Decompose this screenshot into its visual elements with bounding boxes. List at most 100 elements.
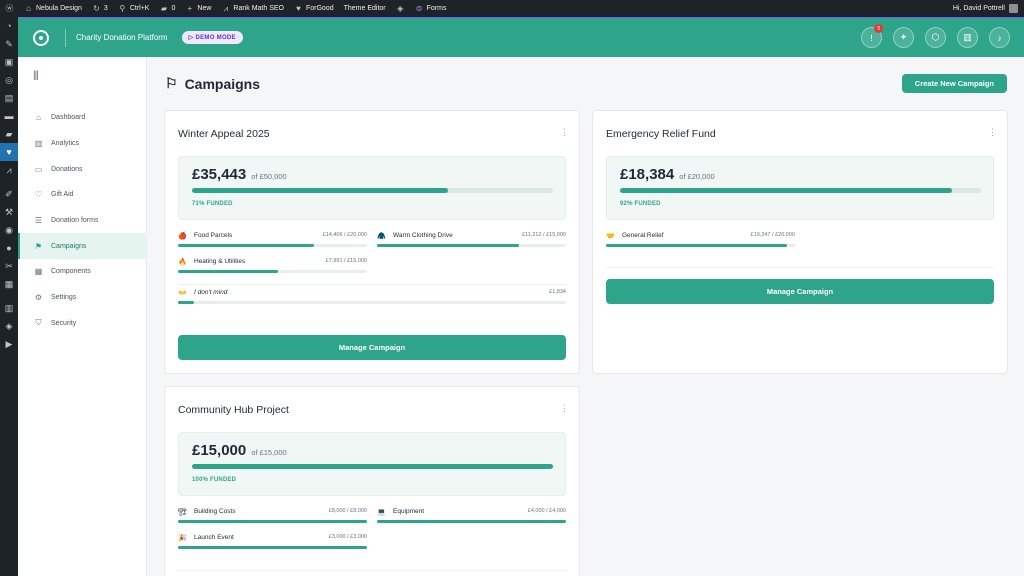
tools-menu-icon[interactable]: ✂ [0,257,18,275]
plugins-menu-icon[interactable]: ⚒ [0,203,18,221]
card-icon: ▭ [34,164,43,174]
progress-fill [192,464,553,469]
command-palette-link[interactable]: ⚲ Ctrl+K [113,0,155,17]
tools-button[interactable]: ✦ [893,27,914,48]
heart-icon: ♡ [34,190,43,200]
forgood-link[interactable]: ♥ ForGood [289,0,339,17]
search-icon: ⚲ [119,4,126,13]
map-icon: ▥ [963,32,972,42]
play-menu-icon[interactable]: ▶ [0,335,18,353]
box-button[interactable]: ⬡ [925,27,946,48]
layout-menu-icon[interactable]: ▥ [0,299,18,317]
home-icon: ⌂ [26,4,31,13]
comments-menu-icon[interactable]: ◎ [0,71,18,89]
sub-campaign-name: Building Costs [194,508,236,515]
appearance-menu-icon[interactable]: ✐ [0,185,18,203]
theme-editor-link[interactable]: Theme Editor [339,0,391,17]
account-menu[interactable]: Hi, David Pottrell [953,4,1024,13]
alert-icon: ! [870,32,873,43]
comments-link[interactable]: ▰ 0 [154,0,180,17]
divider [178,570,566,571]
updates-icon: ↻ [93,4,100,13]
plugin-logo-icon[interactable] [33,29,49,46]
sidebar-item-label: Gift Aid [51,191,74,199]
map-button[interactable]: ▥ [957,27,978,48]
more-options-icon[interactable]: ⋮ [560,403,569,414]
handshake-icon: 🤝 [606,233,615,240]
more-options-icon[interactable]: ⋮ [560,127,569,138]
amount-raised: £18,384 [620,166,675,183]
sub-campaign-name: Heating & Utilities [194,258,246,265]
manage-campaign-button[interactable]: Manage Campaign [606,279,994,304]
theme-editor-label: Theme Editor [343,5,386,12]
settings-menu-icon[interactable]: ▦ [0,275,18,293]
sub-campaign-name: Warm Clothing Drive [393,232,453,239]
divider [178,284,566,285]
notifications-button[interactable]: ! 3 [861,24,883,48]
new-content-link[interactable]: + New [180,0,216,17]
sidebar-item-donations[interactable]: ▭ Donations [18,156,147,182]
sidebar-item-gift-aid[interactable]: ♡ Gift Aid [18,182,147,208]
speech-menu-icon[interactable]: ▰ [0,125,18,143]
diamond-menu-icon[interactable]: ◈ [0,317,18,335]
site-name-link[interactable]: ⌂ Nebula Design [19,0,87,17]
sidebar-item-security[interactable]: ⛉ Security [18,311,147,337]
more-options-icon[interactable]: ⋮ [988,127,997,138]
bell-icon: ♪ [997,32,1002,43]
sub-campaign: 🔥 Heating & Utilities £7,991 / £15,000 [178,258,367,278]
sub-progress-bar [178,301,566,304]
accessibility-menu-icon[interactable]: ◉ [0,221,18,239]
sub-progress-fill [606,244,788,247]
forms-label: Forms [426,5,447,12]
sub-campaign-value: £4,000 / £4,000 [527,508,566,514]
progress-bar [192,464,553,469]
progress-fill [192,188,449,193]
sidebar-item-campaigns[interactable]: ⚑ Campaigns [18,233,147,260]
sub-progress-fill [377,244,519,247]
notification-count-badge: 3 [874,24,883,33]
sidebar-item-donation-forms[interactable]: ☰ Donation forms [18,208,147,234]
campaign-title: Winter Appeal 2025 [178,128,270,140]
create-campaign-button[interactable]: Create New Campaign [901,74,1007,93]
sub-progress-fill [377,520,566,523]
media-menu-icon[interactable]: ▣ [0,53,18,71]
sidebar-collapse-icon[interactable]: ||| [33,70,39,81]
new-label: New [197,5,212,12]
campaign-title: Emergency Relief Fund [606,128,716,140]
sidebar-item-components[interactable]: ▦ Components [18,259,147,285]
sub-campaign-name: Equipment [393,508,425,515]
wp-logo-menu[interactable]: ⓦ [0,0,19,17]
home-icon: ⌂ [36,113,41,123]
rank-math-link[interactable]: ⩘ Rank Math SEO [216,0,289,17]
computer-icon: 💻 [377,509,386,516]
bell-button[interactable]: ♪ [989,27,1010,48]
funded-label: 71% FUNDED [192,201,233,207]
folder-menu-icon[interactable]: ▬ [0,107,18,125]
forms-link[interactable]: ⊜ Forms [410,0,452,17]
analytics-menu-icon[interactable]: ⩘ [0,161,18,179]
divider [606,267,994,268]
demo-mode-badge: ▷ DEMO MODE [181,31,243,44]
campaign-card: Community Hub Project ⋮ £15,000 of £15,0… [164,386,580,576]
heart-menu-icon[interactable]: ♥ [0,143,18,161]
pages-menu-icon[interactable]: ▤ [0,89,18,107]
sidebar-item-dashboard[interactable]: ⌂ Dashboard [18,105,147,131]
diamond-menu[interactable]: ◈ [391,0,410,17]
sub-progress-fill [178,270,279,273]
sidebar-item-settings[interactable]: ⚙ Settings [18,285,147,311]
fire-icon: 🔥 [178,259,187,266]
users-menu-icon[interactable]: ● [0,239,18,257]
bar-chart-icon: ▥ [34,139,43,149]
comment-icon: ▰ [160,4,168,13]
wp-admin-menu: ◔ ✎ ▣ ◎ ▤ ▬ ▰ ♥ ⩘ ✐ ⚒ ◉ ● ✂ ▦ ▥ ◈ ▶ [0,17,18,576]
campaign-title: Community Hub Project [178,404,289,416]
manage-campaign-button[interactable]: Manage Campaign [178,335,566,360]
sidebar-item-analytics[interactable]: ▥ Analytics [18,131,147,157]
dashboard-menu-icon[interactable]: ◔ [0,17,18,35]
forgood-label: ForGood [305,5,334,12]
sidebar-item-label: Analytics [51,140,80,148]
updates-link[interactable]: ↻ 3 [87,0,113,17]
updates-count: 3 [103,5,108,12]
amount-goal: of £50,000 [251,172,287,181]
pin-menu-icon[interactable]: ✎ [0,35,18,53]
